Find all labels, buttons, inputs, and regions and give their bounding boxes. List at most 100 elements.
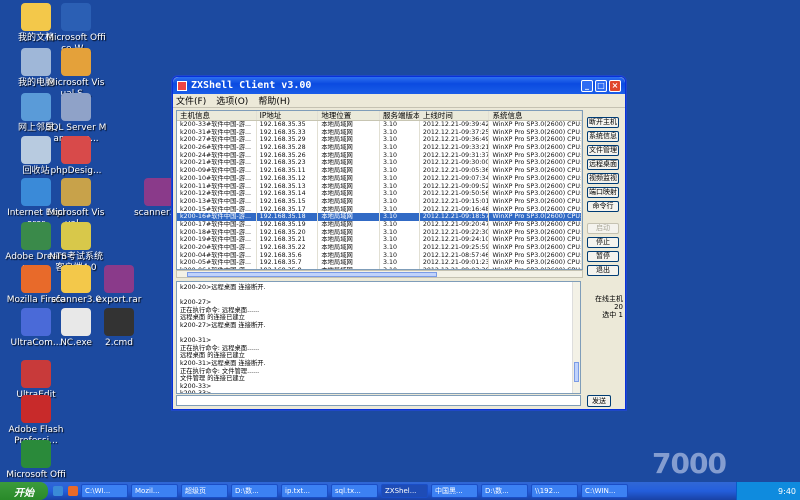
selected-label: 选中 — [602, 311, 617, 319]
table-cell: 3.10 — [380, 228, 420, 237]
ie-quicklaunch-icon[interactable] — [53, 486, 63, 496]
desktop-icon[interactable]: export.rar — [88, 265, 150, 306]
table-cell: 192.168.35.35 — [257, 121, 319, 129]
minimize-button[interactable]: _ — [581, 79, 593, 92]
taskbar-button[interactable]: ip.txt... — [281, 484, 328, 498]
table-row[interactable]: k200-04#软件中国-游... 192.168.35.6 本地局域网 3.10 20… — [177, 251, 582, 260]
table-cell: 192.168.35.29 — [257, 136, 319, 145]
taskbar-button[interactable]: 中国黑... — [431, 484, 478, 498]
table-cell: 192.168.35.21 — [257, 236, 319, 244]
table-row[interactable]: k200-27#软件中国-游... 192.168.35.29 本地局域网 3.10 2… — [177, 136, 582, 145]
taskbar-button[interactable]: 超级页 — [181, 484, 228, 498]
table-cell: k200-24#软件中国-游... — [177, 151, 257, 160]
table-cell: 192.168.35.23 — [257, 159, 319, 168]
command-line-button[interactable]: 命令行 — [587, 201, 619, 212]
table-row[interactable]: k200-09#软件中国-游... 192.168.35.11 本地局域网 3.10 2… — [177, 167, 582, 175]
table-row[interactable]: k200-19#软件中国-游... 192.168.35.21 本地局域网 3.10 2… — [177, 236, 582, 244]
vs2-icon — [61, 178, 91, 206]
maximize-button[interactable]: □ — [595, 79, 607, 92]
horizontal-scrollbar[interactable] — [176, 270, 583, 278]
table-cell: 本地局域网 — [318, 159, 381, 168]
video-monitor-button[interactable]: 视频监视 — [587, 173, 619, 184]
table-cell: 192.168.35.13 — [257, 182, 319, 191]
log-line: k200-27>远程桌面 连接断开. — [180, 321, 266, 329]
column-system-info[interactable]: 系统信息 — [489, 111, 582, 120]
taskbar-button[interactable]: sql.tx... — [331, 484, 378, 498]
taskbar-button[interactable]: ZXShel... — [381, 484, 428, 498]
table-cell: 3.10 — [380, 182, 420, 191]
send-button[interactable]: 发送 — [587, 395, 611, 407]
exit-button[interactable]: 退出 — [587, 265, 619, 276]
table-cell: k200-33#软件中国-游... — [177, 121, 257, 129]
system-info-button[interactable]: 系统信息 — [587, 131, 619, 142]
window-title: ZXShell Client v3.00 — [191, 80, 312, 91]
log-scroll-thumb[interactable] — [574, 362, 579, 382]
table-cell: 192.168.35.26 — [257, 151, 319, 160]
table-cell: WinXP Pro SP3.0(2600) CPU: — [489, 159, 582, 168]
table-row[interactable]: k200-10#软件中国-游... 192.168.35.12 本地局域网 3.10 2… — [177, 174, 582, 183]
remote-desktop-button[interactable]: 远程桌面 — [587, 159, 619, 170]
table-cell: 192.168.35.22 — [257, 244, 319, 252]
menu-help[interactable]: 帮助(H) — [258, 94, 290, 107]
table-row[interactable]: k200-17#软件中国-游... 192.168.35.19 本地局域网 3.10 2… — [177, 220, 582, 229]
menu-options[interactable]: 选项(O) — [216, 94, 248, 107]
table-cell: 2012.12.21-09:05:36 — [420, 167, 490, 175]
flash-icon — [21, 395, 51, 423]
stop-button[interactable]: 停止 — [587, 237, 619, 248]
table-row[interactable]: k200-20#软件中国-游... 192.168.35.22 本地局域网 3.10 2… — [177, 244, 582, 252]
table-row[interactable]: k200-11#软件中国-游... 192.168.35.13 本地局域网 3.10 2… — [177, 182, 582, 191]
taskbar-button[interactable]: C:\WI... — [81, 484, 128, 498]
file-manager-button[interactable]: 文件管理 — [587, 145, 619, 156]
table-row[interactable]: k200-18#软件中国-游... 192.168.35.20 本地局域网 3.10 2… — [177, 228, 582, 237]
action-buttons: 断开主机 系统信息 文件管理 远程桌面 视频监视 端口映射 命令行 启动 停止 … — [587, 117, 621, 279]
table-row[interactable]: k200-15#软件中国-游... 192.168.35.17 本地局域网 3.10 2… — [177, 205, 582, 214]
desktop-icon-label: export.rar — [96, 295, 142, 305]
table-row[interactable]: k200-12#软件中国-游... 192.168.35.14 本地局域网 3.10 2… — [177, 190, 582, 198]
firefox-quicklaunch-icon[interactable] — [68, 486, 78, 496]
table-cell: 本地局域网 — [318, 197, 381, 206]
taskbar-button[interactable]: D:\数... — [231, 484, 278, 498]
log-output[interactable]: k200-20>远程桌面 连接断开. k200-27> 正在执行命令: 远程桌面..… — [176, 281, 581, 394]
column-host-info[interactable]: 主机信息 — [177, 111, 257, 120]
disconnect-host-button[interactable]: 断开主机 — [587, 117, 619, 128]
table-row[interactable]: k200-16#软件中国-游... 192.168.35.18 本地局域网 3.10 2… — [177, 213, 582, 221]
start-button-taskbar[interactable]: 开始 — [0, 482, 48, 500]
taskbar-button[interactable]: C:\WIN... — [581, 484, 628, 498]
log-scrollbar[interactable] — [572, 282, 580, 393]
log-line: 正在执行命令: 文件管理...... — [180, 367, 260, 375]
port-mapping-button[interactable]: 端口映射 — [587, 187, 619, 198]
table-row[interactable]: k200-26#软件中国-游... 192.168.35.28 本地局域网 3.10 2… — [177, 144, 582, 152]
table-row[interactable]: k200-31#软件中国-游... 192.168.35.33 本地局域网 3.10 2… — [177, 128, 582, 137]
table-cell: WinXP Pro SP3.0(2600) CPU: — [489, 136, 582, 145]
table-row[interactable]: k200-33#软件中国-游... 192.168.35.35 本地局域网 3.10 2… — [177, 121, 582, 129]
command-input[interactable] — [176, 395, 581, 406]
title-bar[interactable]: ZXShell Client v3.00 _ □ × — [173, 77, 625, 94]
table-cell: k200-27#软件中国-游... — [177, 136, 257, 145]
taskbar-button[interactable]: \\192... — [531, 484, 578, 498]
clock[interactable]: 9:40 — [778, 487, 796, 496]
taskbar-button[interactable]: D:\数... — [481, 484, 528, 498]
column-version[interactable]: 服务端版本 — [380, 111, 420, 120]
table-cell: 3.10 — [380, 190, 420, 198]
table-row[interactable]: k200-05#软件中国-游... 192.168.35.7 本地局域网 3.10 20… — [177, 259, 582, 268]
table-row[interactable]: k200-24#软件中国-游... 192.168.35.26 本地局域网 3.10 2… — [177, 151, 582, 160]
table-row[interactable]: k200-21#软件中国-游... 192.168.35.23 本地局域网 3.10 2… — [177, 159, 582, 168]
host-list[interactable]: 主机信息 IP地址 地理位置 服务端版本 上线时间 系统信息 k200-33#软… — [176, 110, 583, 270]
menu-file[interactable]: 文件(F) — [176, 94, 206, 107]
start-button[interactable]: 启动 — [587, 223, 619, 234]
scroll-thumb[interactable] — [187, 272, 437, 277]
desktop-icon[interactable]: 2.cmd — [88, 308, 150, 349]
column-location[interactable]: 地理位置 — [318, 111, 381, 120]
taskbar-button[interactable]: Mozil... — [131, 484, 178, 498]
zxshell-window: ZXShell Client v3.00 _ □ × 文件(F) 选项(O) 帮… — [172, 76, 626, 410]
desktop-icon[interactable]: phpDesig... — [45, 136, 107, 177]
column-online-time[interactable]: 上线时间 — [420, 111, 490, 120]
column-ip[interactable]: IP地址 — [257, 111, 319, 120]
table-cell: 本地局域网 — [318, 121, 381, 129]
table-row[interactable]: k200-13#软件中国-游... 192.168.35.15 本地局域网 3.10 2… — [177, 197, 582, 206]
close-button[interactable]: × — [609, 79, 621, 92]
table-cell: 本地局域网 — [318, 228, 381, 237]
pause-button[interactable]: 暂停 — [587, 251, 619, 262]
table-cell: k200-10#软件中国-游... — [177, 174, 257, 183]
